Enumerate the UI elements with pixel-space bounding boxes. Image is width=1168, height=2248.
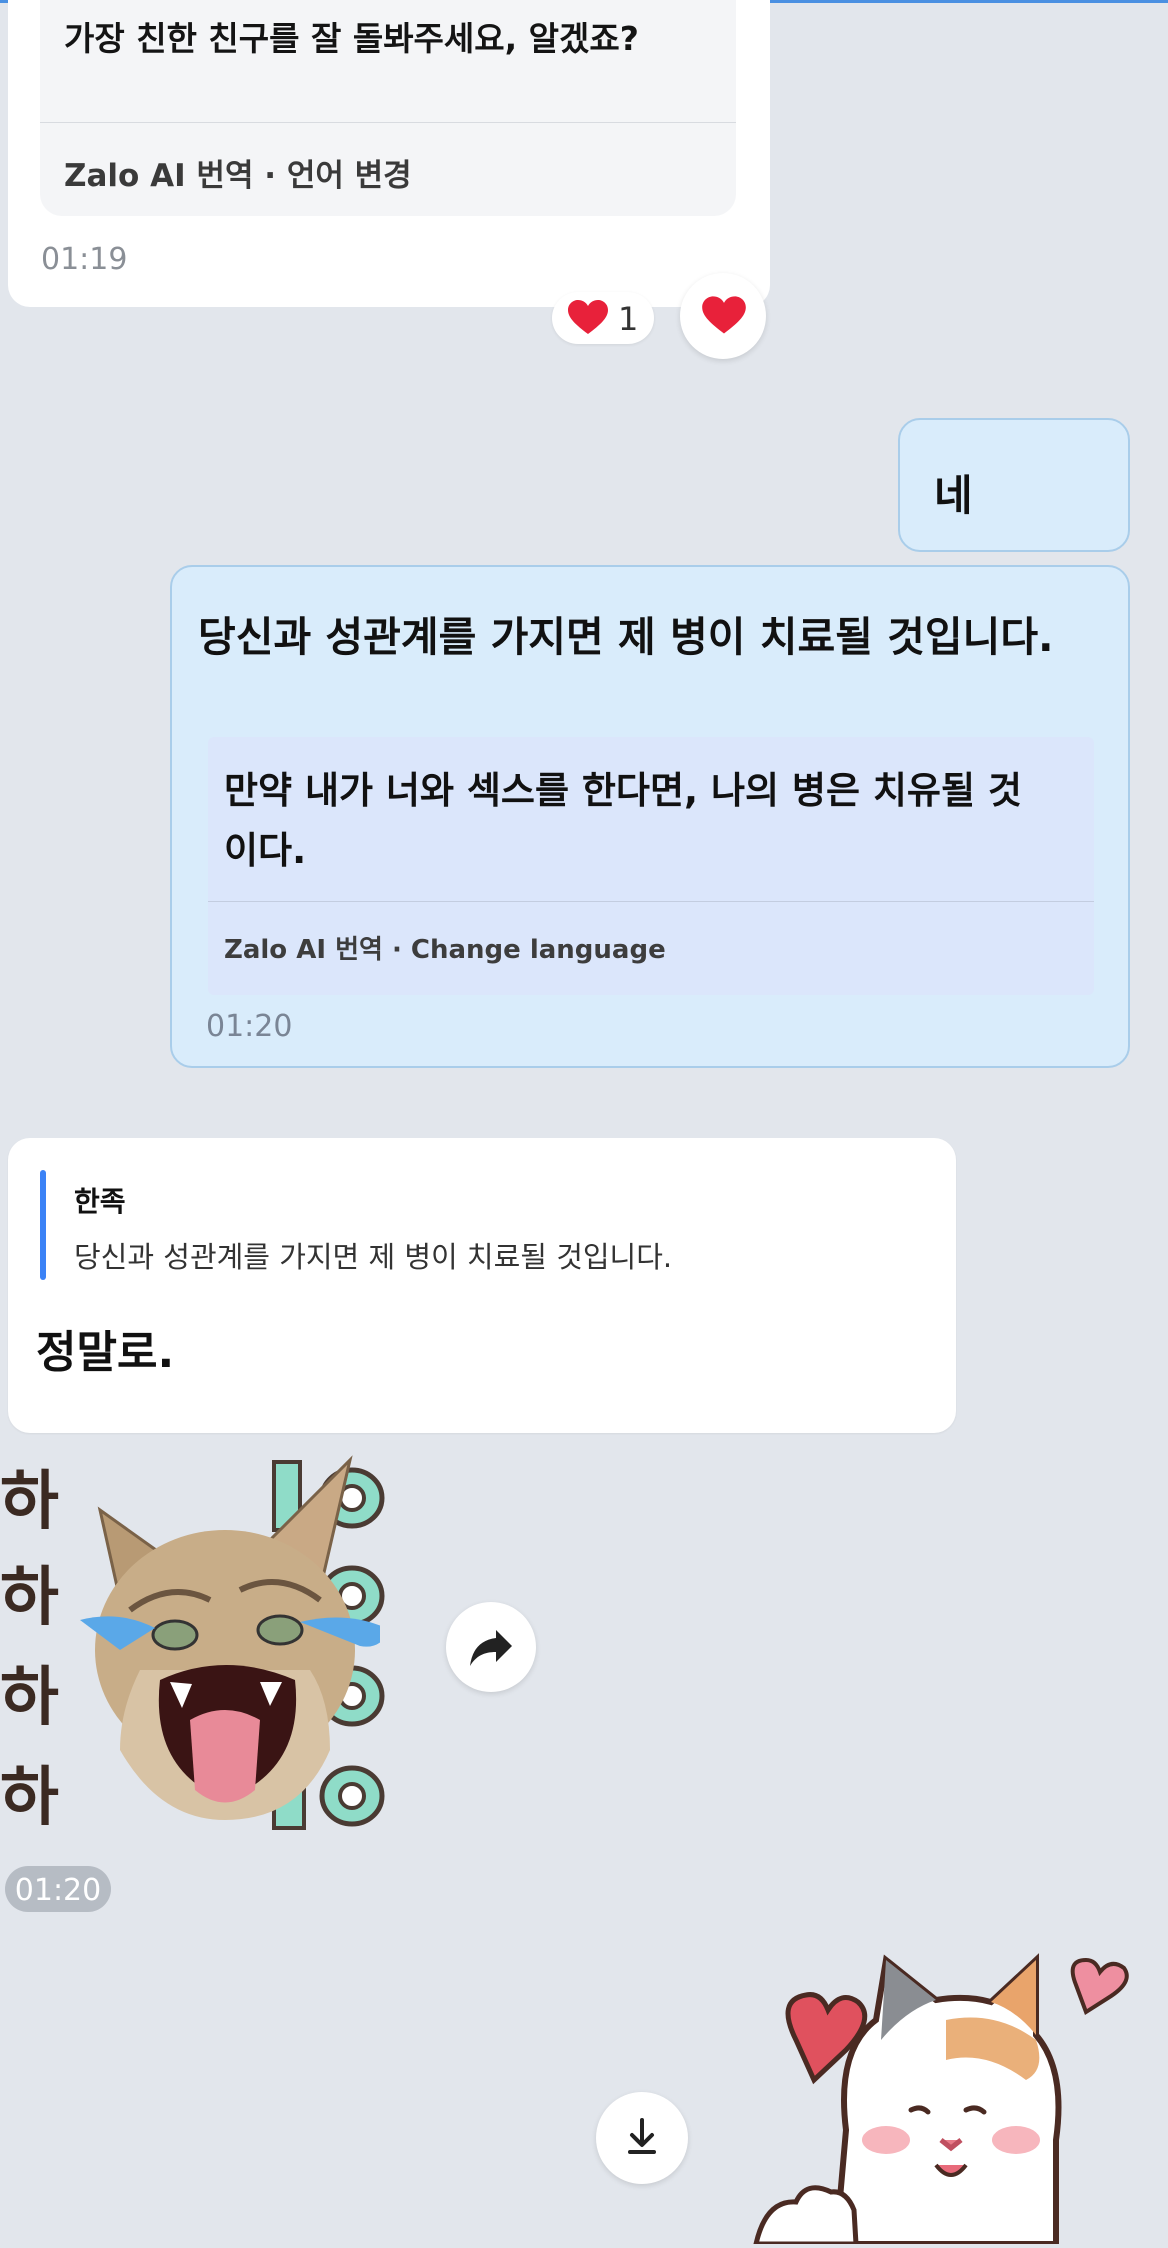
sticker-text: 하	[0, 1761, 59, 1835]
message-bubble-received[interactable]: 가장 친한 친구를 잘 돌봐주세요, 알겠죠? Zalo AI 번역 · 언어 …	[8, 0, 770, 307]
translation-footer[interactable]: Zalo AI 번역 · 언어 변경	[64, 150, 412, 195]
share-forward-button[interactable]	[446, 1602, 536, 1692]
message-text: 네	[934, 471, 973, 520]
translation-footer[interactable]: Zalo AI 번역 · Change language	[224, 929, 666, 966]
share-forward-icon	[470, 1630, 512, 1666]
sticker-cat-hearts[interactable]	[736, 1940, 1136, 2247]
heart-icon	[566, 300, 610, 340]
reaction-summary[interactable]: 1	[552, 292, 654, 344]
sticker-laughing-cat[interactable]: 하 하 하 하	[0, 1450, 410, 1835]
cat-illustration	[752, 1953, 1129, 2247]
message-bubble-received[interactable]: 한족 당신과 성관계를 가지면 제 병이 치료될 것입니다. 정말로.	[8, 1138, 956, 1433]
message-text: 가장 친한 친구를 잘 돌봐주세요, 알겠죠?	[64, 19, 639, 58]
scroll-to-bottom-button[interactable]	[596, 2092, 688, 2184]
quoted-message[interactable]: 한족 당신과 성관계를 가지면 제 병이 치료될 것입니다.	[40, 1170, 900, 1280]
sticker-text: 하	[0, 1661, 59, 1735]
translation-card: 가장 친한 친구를 잘 돌봐주세요, 알겠죠? Zalo AI 번역 · 언어 …	[40, 0, 736, 216]
quote-bar	[40, 1170, 46, 1280]
quote-sender-name: 한족	[74, 1185, 126, 1218]
kitten-illustration	[80, 1455, 380, 1820]
reaction-count: 1	[618, 300, 639, 338]
message-time: 01:20	[206, 1009, 293, 1044]
message-bubble-sent[interactable]: 네	[898, 418, 1130, 552]
divider	[40, 122, 736, 123]
quote-text: 당신과 성관계를 가지면 제 병이 치료될 것입니다.	[74, 1240, 673, 1274]
message-text: 정말로.	[36, 1327, 175, 1378]
divider	[208, 901, 1094, 902]
message-text: 당신과 성관계를 가지면 제 병이 치료될 것입니다.	[198, 613, 1054, 661]
translation-card: 만약 내가 너와 섹스를 한다면, 나의 병은 치유될 것이다. Zalo AI…	[208, 737, 1094, 995]
heart-icon	[702, 296, 746, 334]
sticker-text: 하	[0, 1465, 59, 1539]
sticker-text: 하	[0, 1561, 59, 1635]
download-icon	[628, 2118, 656, 2154]
translation-text: 만약 내가 너와 섹스를 한다면, 나의 병은 치유될 것이다.	[224, 769, 1022, 872]
message-time-badge: 01:20	[5, 1866, 111, 1912]
message-bubble-sent[interactable]: 당신과 성관계를 가지면 제 병이 치료될 것입니다. 만약 내가 너와 섹스를…	[170, 565, 1130, 1068]
message-time: 01:20	[14, 1873, 102, 1908]
message-time: 01:19	[41, 242, 128, 277]
react-heart-button[interactable]	[680, 273, 766, 359]
